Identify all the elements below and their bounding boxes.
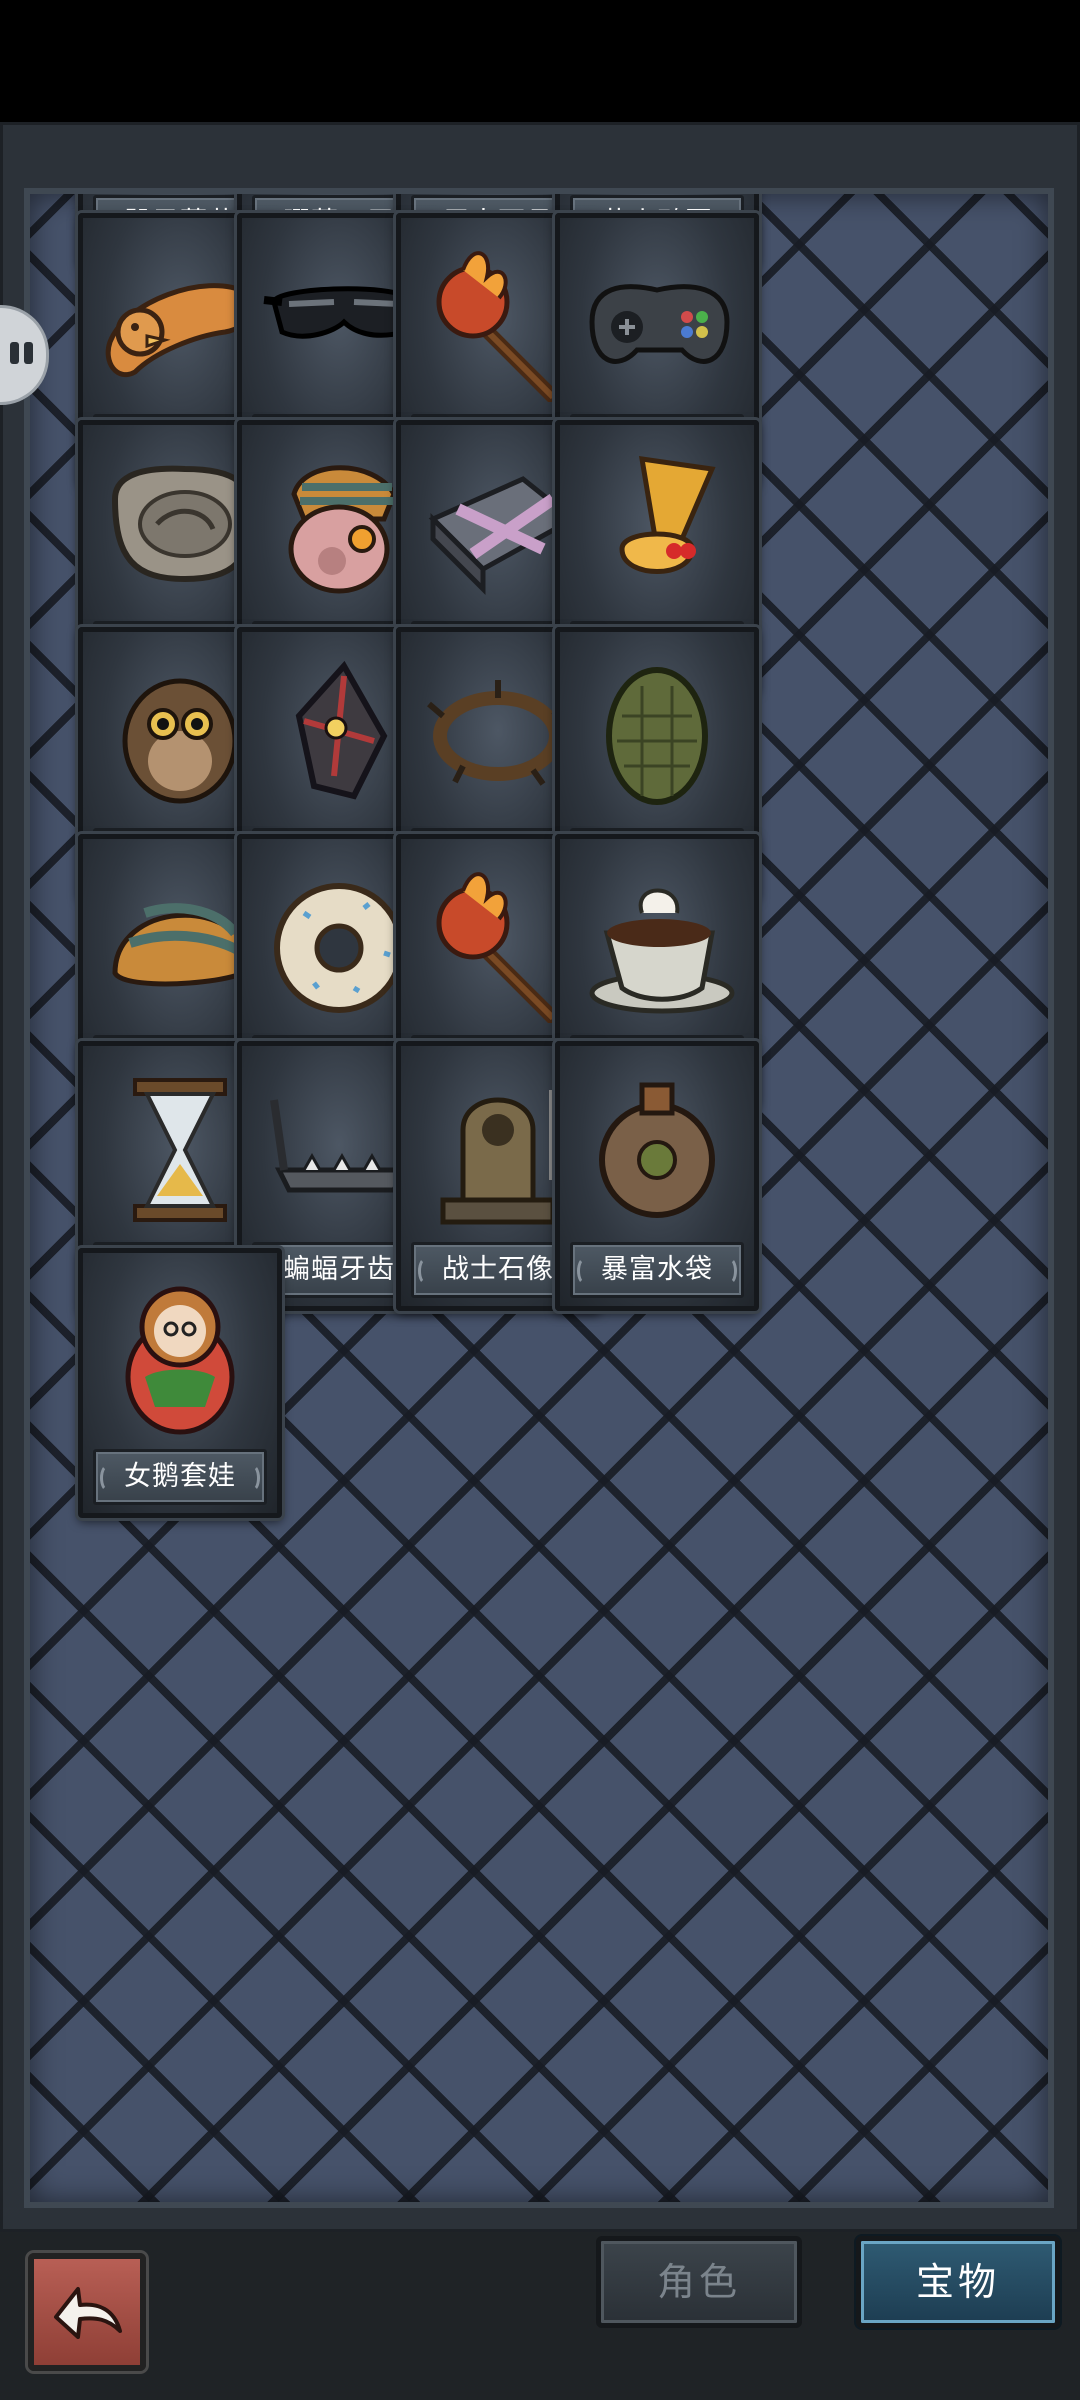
- snakeskin-egg-icon: [606, 667, 708, 805]
- item-name: 蝙蝠牙齿: [283, 1254, 395, 1285]
- coffee-cup-icon: [589, 888, 735, 1014]
- tab-treasure[interactable]: 宝物: [856, 2236, 1060, 2328]
- plate-ornament: [721, 1257, 737, 1285]
- pause-icon-bar: [24, 342, 33, 364]
- item-name: 战士石像: [442, 1254, 554, 1285]
- treasure-slot[interactable]: 女鹅套娃: [78, 1248, 282, 1518]
- item-name-plate: 暴富水袋: [570, 1242, 744, 1298]
- pigtail-icon: [619, 456, 716, 574]
- item-name-plate: 女鹅套娃: [93, 1449, 267, 1505]
- pause-icon: [10, 342, 19, 364]
- status-bar: [0, 0, 1080, 122]
- matryoshka-icon: [125, 1286, 235, 1435]
- back-button[interactable]: [28, 2253, 146, 2371]
- plate-ornament: [244, 1464, 260, 1492]
- back-arrow-icon: [54, 2287, 122, 2339]
- plate-ornament: [100, 1464, 116, 1492]
- item-name: 女鹅套娃: [124, 1461, 236, 1492]
- plate-ornament: [577, 1257, 593, 1285]
- water-pouch-icon: [599, 1082, 715, 1218]
- gamepad-icon: [589, 284, 730, 364]
- treasure-slot[interactable]: 暴富水袋: [555, 1041, 759, 1311]
- plate-ornament: [418, 1257, 434, 1285]
- treasure-grid[interactable]: 骰子蘑菇曜蓝石甲巨人面具黄小鸭圈顽强小鸭圈实验眼镜日不落火把I游戏手柄骑士石像乞…: [24, 188, 1054, 2208]
- item-name: 暴富水袋: [601, 1254, 713, 1285]
- tab-role[interactable]: 角色: [596, 2236, 802, 2328]
